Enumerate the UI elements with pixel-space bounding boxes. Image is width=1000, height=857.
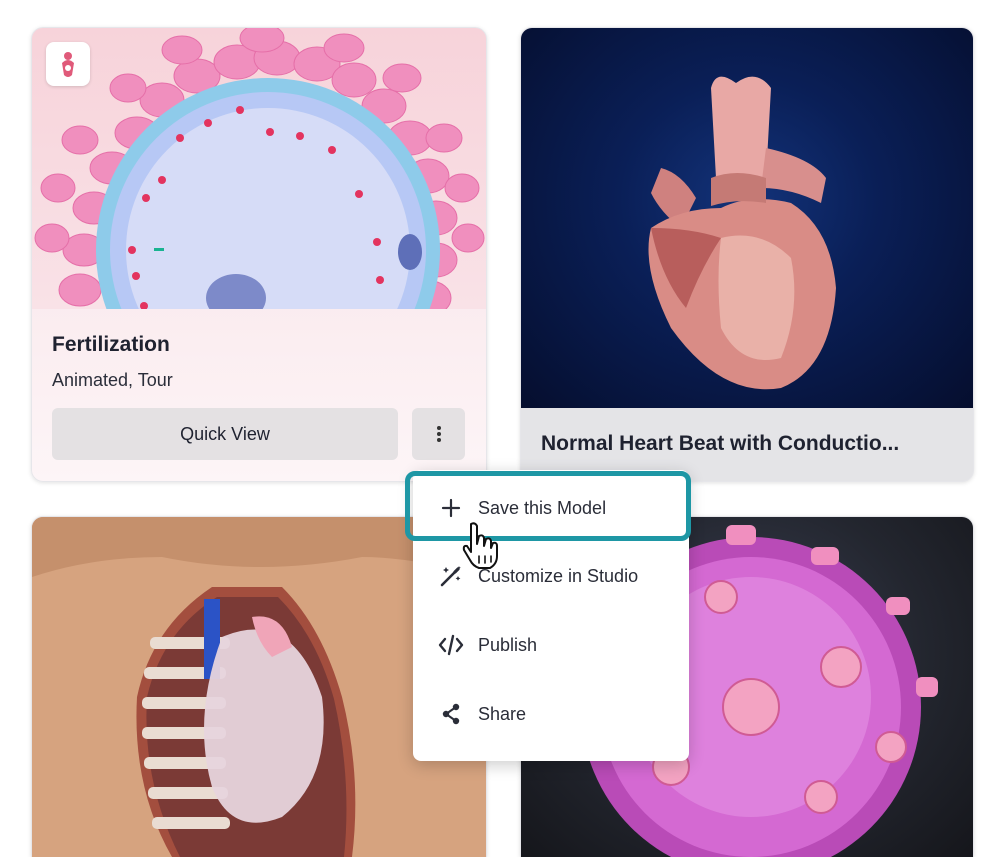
menu-item-label: Share [478, 703, 527, 724]
kebab-icon [436, 426, 441, 442]
heart-illustration [648, 76, 836, 390]
share-icon [437, 700, 465, 728]
model-card-fertilization[interactable]: Fertilization Animated, Tour Quick View [31, 27, 487, 482]
model-options-menu: Save this Model Customize in Studio Publ… [413, 470, 689, 761]
hand-pointer-cursor-icon [462, 522, 498, 569]
more-options-button[interactable] [412, 408, 465, 460]
card-subtitle: Animated, Tour [52, 370, 173, 390]
model-thumbnail[interactable] [521, 28, 973, 408]
menu-item-save-model[interactable]: Save this Model [413, 480, 689, 536]
code-icon [437, 631, 465, 659]
model-card-heart[interactable]: Normal Heart Beat with Conductio... [520, 27, 974, 482]
menu-item-label: Save this Model [478, 497, 607, 518]
plus-icon [437, 494, 465, 522]
fertilization-icon [46, 42, 90, 86]
menu-item-share[interactable]: Share [413, 686, 689, 742]
model-thumbnail[interactable] [32, 28, 486, 309]
menu-item-customize-studio[interactable]: Customize in Studio [413, 548, 689, 604]
card-title: Fertilization [52, 333, 170, 356]
menu-item-label: Publish [478, 634, 538, 655]
card-title: Normal Heart Beat with Conductio... [541, 432, 900, 455]
fertilization-illustration [34, 28, 485, 309]
quick-view-button[interactable]: Quick View [52, 408, 398, 460]
menu-item-publish[interactable]: Publish [413, 617, 689, 673]
